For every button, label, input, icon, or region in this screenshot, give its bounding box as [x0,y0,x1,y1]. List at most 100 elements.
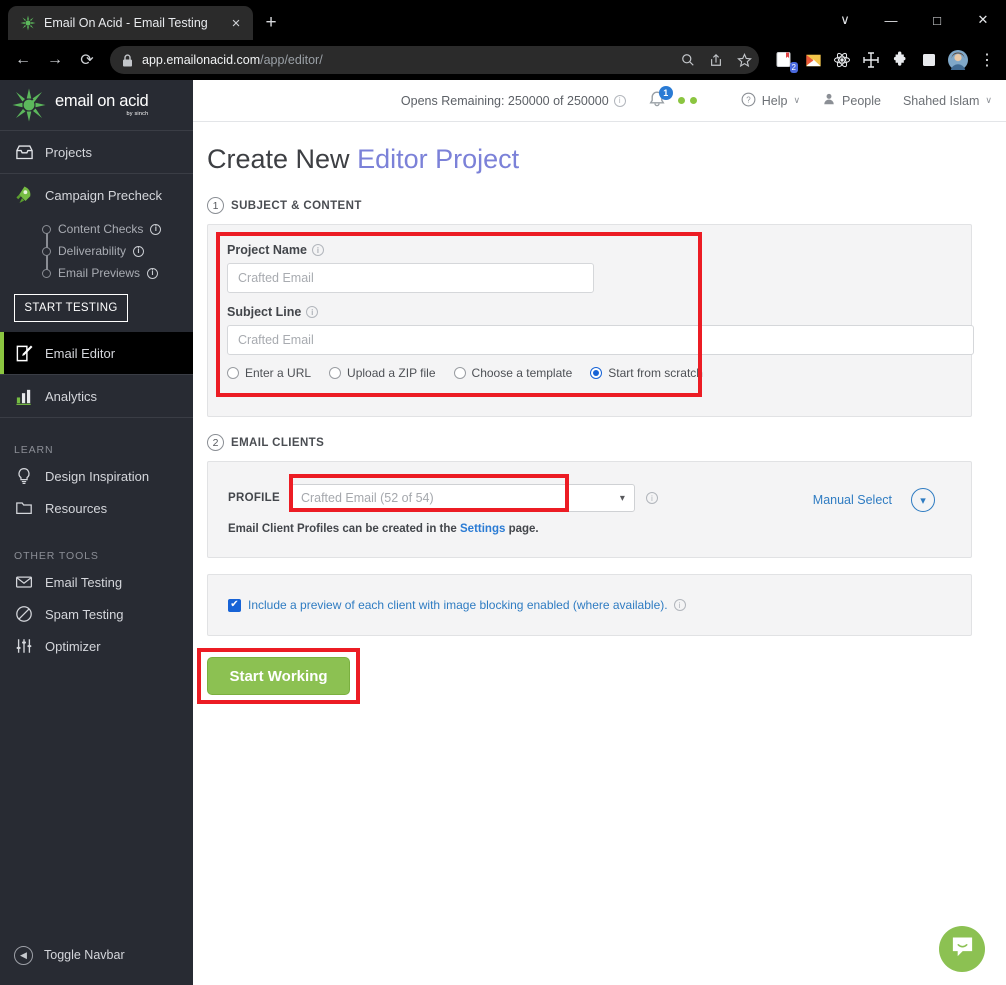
subject-line-input[interactable]: Crafted Email [227,325,974,355]
share-icon[interactable] [707,51,725,69]
step-number: 1 [207,197,224,214]
opens-remaining-text: Opens Remaining: 250000 of 250000 [400,93,609,108]
reading-list-badge: 2 [789,62,798,73]
start-working-button[interactable]: Start Working [207,657,350,695]
people-label: People [842,93,881,108]
info-icon[interactable]: i [306,306,319,318]
profile-avatar[interactable] [947,49,969,71]
radio-label: Upload a ZIP file [347,366,436,380]
step-1-header: 1 SUBJECT & CONTENT [207,197,972,214]
search-icon[interactable] [679,51,697,69]
project-name-input[interactable]: Crafted Email [227,263,594,293]
gmail-icon[interactable] [802,49,824,71]
image-blocking-checkbox[interactable]: ✔ [228,598,241,612]
react-devtools-icon[interactable] [831,49,853,71]
forward-button[interactable]: → [40,45,70,75]
radio-upload-a-zip-file[interactable]: Upload a ZIP file [329,366,436,380]
status-dots [677,97,697,104]
subitem-label: Content Checks [58,222,144,236]
browser-tab[interactable]: Email On Acid - Email Testing × [8,6,253,40]
logo-text: email on acid by sinch [55,93,149,117]
project-name-label: Project Name i [227,243,971,257]
bookmark-star-icon[interactable] [735,51,753,69]
intercom-chat-button[interactable] [939,926,985,972]
puzzle-extensions-icon[interactable] [889,49,911,71]
radio-circle-icon [227,367,239,379]
settings-link[interactable]: Settings [460,523,505,535]
notification-badge: 1 [658,85,673,100]
sidebar-item-label: Email Testing [45,574,123,590]
url-host: app.emailonacid.com [142,53,261,67]
crosshair-icon[interactable] [860,49,882,71]
sidebar-item-resources[interactable]: Resources [0,492,193,524]
page-title: Create New Editor Project [207,144,972,175]
new-tab-button[interactable]: + [258,10,284,36]
address-bar[interactable]: app.emailonacid.com/app/editor/ [110,46,759,74]
chevron-down-icon: ▾ [619,492,625,504]
close-window-button[interactable]: ✕ [960,0,1006,40]
sidebar-group-other-tools: OTHER TOOLS [14,550,99,562]
minimize-button[interactable]: — [868,0,914,40]
sidebar-subitem-content-checks[interactable]: Content Checks i [42,218,193,240]
sidebar-group-learn: LEARN [14,444,54,456]
sidebar-item-projects[interactable]: Projects [0,131,193,173]
radio-start-from-scratch[interactable]: Start from scratch [590,366,703,380]
help-menu[interactable]: ? Help ∨ [741,92,800,110]
sidebar-item-label: Design Inspiration [45,468,150,484]
user-menu[interactable]: Shahed Islam ∨ [903,94,992,108]
sidebar-subitem-email-previews[interactable]: Email Previews i [42,262,193,284]
tab-search-icon[interactable]: ∨ [822,0,868,40]
radio-choose-a-template[interactable]: Choose a template [453,366,572,380]
people-menu[interactable]: People [822,92,881,109]
toggle-navbar-button[interactable]: ◀ Toggle Navbar [0,939,193,971]
profile-note: Email Client Profiles can be created in … [228,523,971,535]
page-title-prefix: Create New [207,144,358,174]
sidepanel-icon[interactable] [918,49,940,71]
no-entry-icon [14,605,34,623]
info-icon[interactable]: i [150,223,162,235]
radio-enter-a-url[interactable]: Enter a URL [227,366,311,380]
manual-select-control[interactable]: Manual Select ▾ [813,488,935,512]
profile-select[interactable]: Crafted Email (52 of 54) ▾ [290,484,635,512]
app-logo[interactable]: email on acid by sinch [0,80,193,130]
start-testing-button[interactable]: START TESTING [14,294,128,322]
sidebar-item-campaign-precheck[interactable]: Campaign Precheck [0,174,193,216]
chrome-menu-icon[interactable]: ⋮ [976,49,998,71]
image-blocking-label-text: Include a preview of each client with im… [248,598,668,612]
radio-label: Enter a URL [245,366,312,380]
sidebar-subitem-deliverability[interactable]: Deliverability i [42,240,193,262]
reading-list-icon[interactable]: 2 [773,49,798,73]
sidebar-item-optimizer[interactable]: Optimizer [0,630,193,662]
info-icon[interactable]: i [613,94,626,107]
notifications-button[interactable]: 1 [646,85,673,113]
back-button[interactable]: ← [8,45,38,75]
info-icon[interactable]: i [133,245,145,257]
tab-close-icon[interactable]: × [227,14,245,32]
sidebar-item-email-editor[interactable]: Email Editor [0,332,193,374]
extension-icons: 2 ⋮ [767,49,998,73]
maximize-button[interactable]: □ [914,0,960,40]
radio-label: Start from scratch [608,366,703,380]
emailonacid-star-icon [20,15,36,31]
step-dot-icon [42,246,51,256]
sidebar-item-email-testing[interactable]: Email Testing [0,566,193,598]
step-label: EMAIL CLIENTS [231,436,325,449]
info-icon[interactable]: i [645,492,658,504]
lock-icon [120,53,134,67]
sidebar-item-spam-testing[interactable]: Spam Testing [0,598,193,630]
user-name: Shahed Islam [902,93,980,108]
info-icon[interactable]: i [311,244,324,256]
app-topbar: Opens Remaining: 250000 of 250000 i 1 ? … [193,80,1006,122]
sidebar-item-design-inspiration[interactable]: Design Inspiration [0,460,193,492]
sidebar-item-label: Email Editor [45,345,116,361]
chevron-down-circle-icon[interactable]: ▾ [911,488,935,512]
info-icon[interactable]: i [673,599,686,611]
info-icon[interactable]: i [147,267,159,279]
sidebar-item-analytics[interactable]: Analytics [0,375,193,417]
reload-button[interactable]: ⟳ [72,45,102,75]
step-dot-icon [42,224,51,234]
email-clients-panel: PROFILE Crafted Email (52 of 54) ▾ i Ema… [207,461,972,558]
chevron-down-icon: ∨ [985,95,992,105]
